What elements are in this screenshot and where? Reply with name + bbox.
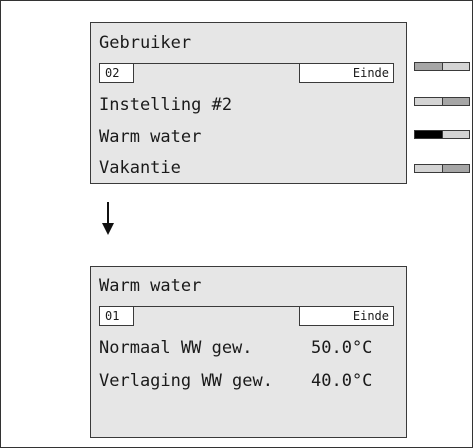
toggle-segment-left [415,98,442,105]
toggle-indicator-2[interactable] [414,97,470,106]
toggle-segment-left [415,63,442,70]
screen-title: Gebruiker [99,33,192,53]
field-divider [134,63,299,64]
toggle-segment-left [415,165,442,172]
menu-item-holiday[interactable]: Vakantie [99,158,181,178]
end-button[interactable]: Einde [299,63,394,83]
toggle-indicator-3[interactable] [414,130,470,139]
field-divider [134,306,299,307]
setting-normal-hot-water-label[interactable]: Normaal WW gew. [99,338,253,358]
menu-number-field[interactable]: 01 [99,306,134,326]
end-button[interactable]: Einde [299,306,394,326]
toggle-segment-left [415,131,442,138]
hot-water-screen: Warm water 01 Einde Normaal WW gew. 50.0… [90,266,407,438]
screen-title: Warm water [99,276,202,296]
setting-reduced-hot-water-value[interactable]: 40.0°C [311,371,372,391]
setting-normal-hot-water-value[interactable]: 50.0°C [311,338,372,358]
toggle-indicator-1[interactable] [414,62,470,71]
toggle-segment-right [441,131,469,138]
toggle-segment-right [441,165,469,172]
menu-item-settings[interactable]: Instelling #2 [99,95,232,115]
menu-item-hot-water[interactable]: Warm water [99,127,201,147]
toggle-segment-right [441,98,469,105]
down-arrow-icon [107,202,109,224]
arrow-head-icon [102,223,114,235]
menu-number-field[interactable]: 02 [99,63,134,83]
toggle-segment-right [441,63,469,70]
setting-reduced-hot-water-label[interactable]: Verlaging WW gew. [99,371,273,391]
toggle-indicator-4[interactable] [414,164,470,173]
user-menu-screen: Gebruiker 02 Einde Instelling #2 Warm wa… [90,22,407,184]
